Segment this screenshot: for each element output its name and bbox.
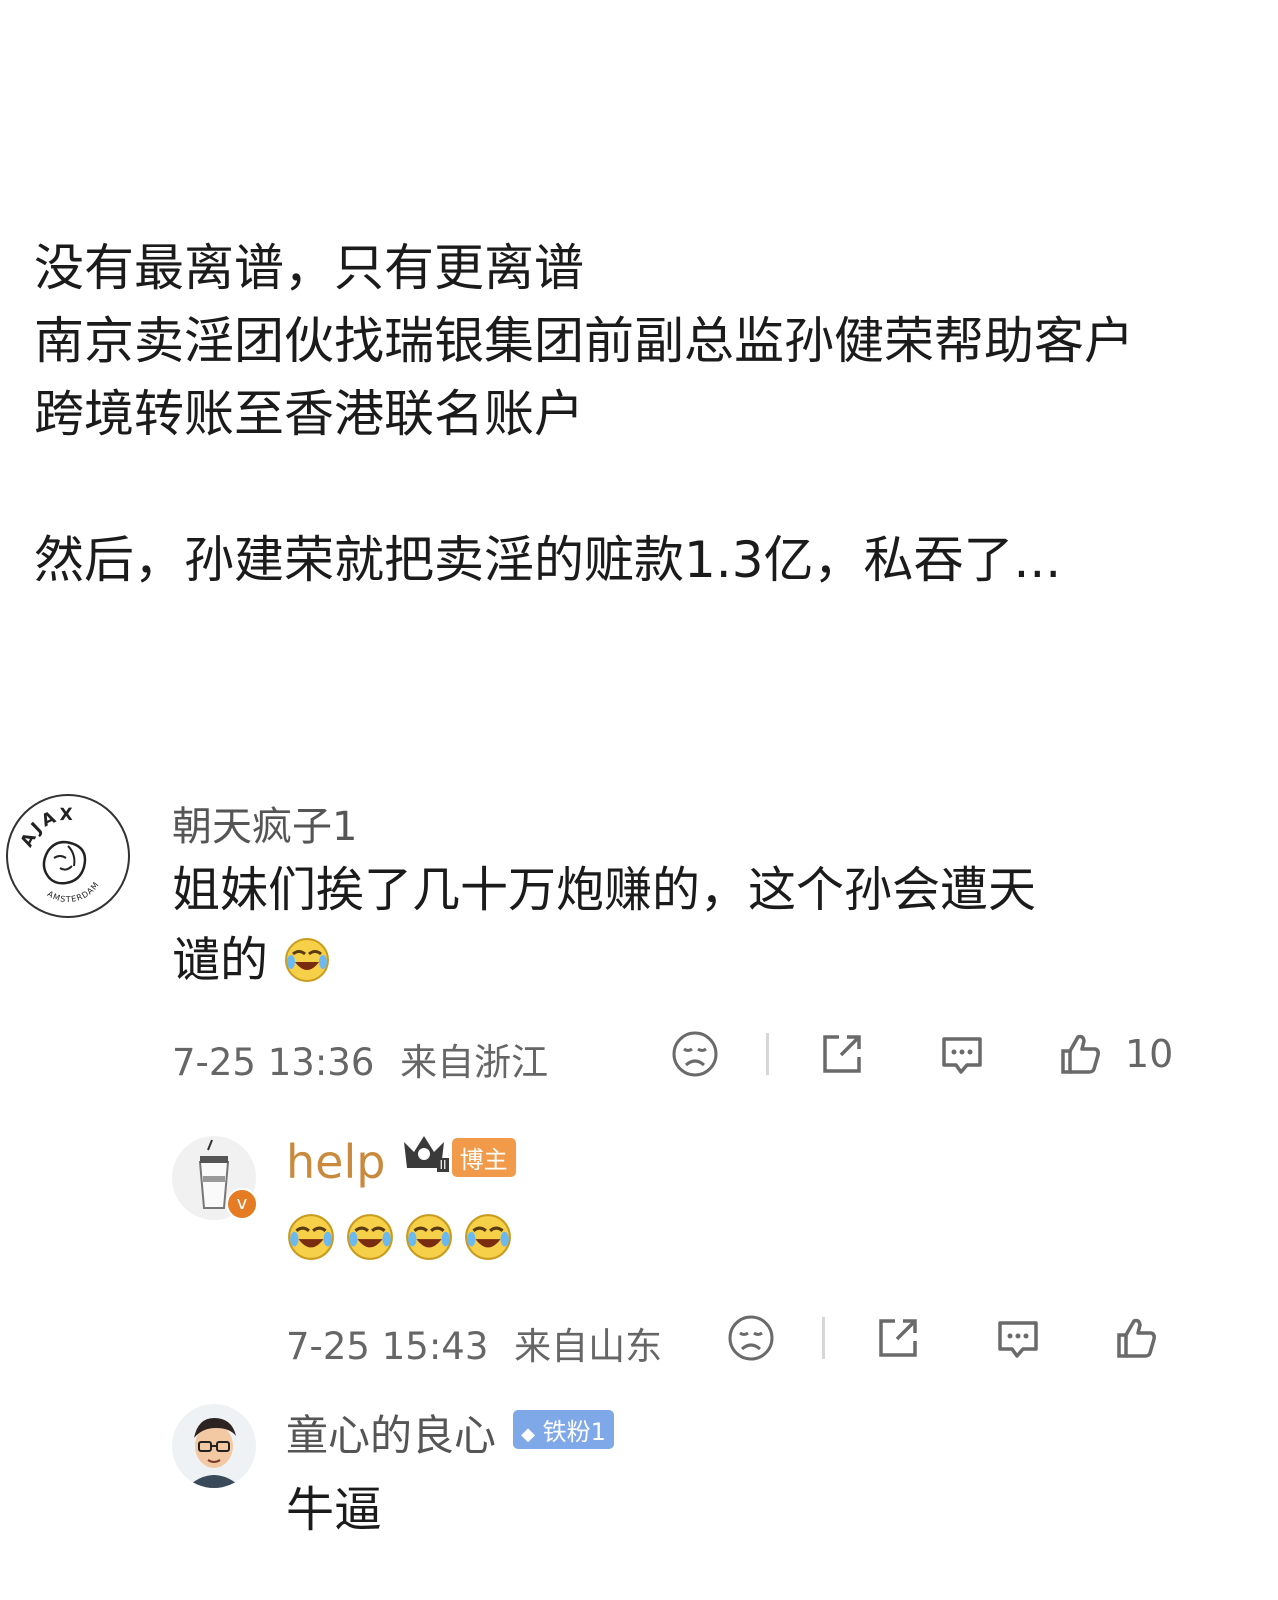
comment-location: 来自浙江 (400, 1041, 549, 1084)
host-badge: 博主 (451, 1138, 516, 1177)
comment-icon[interactable] (935, 1029, 989, 1079)
verified-badge-icon: v (226, 1188, 258, 1220)
svg-text:AMSTERDAM: AMSTERDAM (46, 880, 101, 904)
laugh-cry-emoji-icon (406, 1214, 453, 1260)
reply2-username[interactable]: 童心的良心 (286, 1411, 496, 1460)
share-icon[interactable] (871, 1313, 925, 1363)
laugh-cry-emoji-icon (465, 1214, 512, 1260)
reply-timestamp: 7-25 15:43 (286, 1325, 489, 1368)
comment-timestamp: 7-25 13:36 (172, 1041, 375, 1084)
reply2-username-row: 童心的良心 ◆ 铁粉1 (286, 1402, 614, 1463)
fan-badge: ◆ 铁粉1 (513, 1410, 614, 1449)
comment-1: AJAX AMSTERDAM 朝天疯子1 姐妹们挨了几十万炮赚的，这个孙会遭天 … (0, 780, 1278, 1100)
reply-location: 来自山东 (514, 1325, 663, 1368)
ajax-logo-icon[interactable]: AJAX AMSTERDAM (6, 794, 130, 918)
like-count: 10 (1125, 1032, 1174, 1076)
post-line-4: 然后，孙建荣就把卖淫的赃款1.3亿，私吞了... (34, 531, 1062, 589)
comment-actions: 10 (668, 1026, 1173, 1082)
dislike-icon[interactable] (668, 1029, 722, 1079)
cartoon-man-glasses-avatar-icon[interactable] (172, 1404, 256, 1488)
comment-text-line-1: 姐妹们挨了几十万炮赚的，这个孙会遭天 (172, 862, 1037, 918)
crown-icon: II (401, 1132, 449, 1172)
reply-1: v help II 博主 7-25 15:43 来自山东 (0, 1126, 1278, 1386)
post-line-1: 没有最离谱，只有更离谱 (34, 239, 584, 297)
post-line-2: 南京卖淫团伙找瑞银集团前副总监孙健荣帮助客户 (34, 312, 1134, 370)
post-line-3: 跨境转账至香港联名账户 (34, 385, 584, 443)
reply-username: help II 博主 (286, 1132, 516, 1189)
diamond-icon: ◆ (521, 1424, 535, 1445)
like-icon[interactable] (1109, 1313, 1163, 1363)
reply-meta: 7-25 15:43 来自山东 (286, 1316, 662, 1370)
action-divider (822, 1317, 825, 1359)
reply-emoji-row (286, 1212, 513, 1262)
reply-actions (724, 1310, 1163, 1366)
action-divider (766, 1033, 769, 1075)
reply-username-text[interactable]: help (286, 1135, 385, 1189)
laugh-cry-emoji-icon (347, 1214, 394, 1260)
post-body: 没有最离谱，只有更离谱 南京卖淫团伙找瑞银集团前副总监孙健荣帮助客户 跨境转账至… (34, 232, 1254, 597)
comment-meta: 7-25 13:36 来自浙江 (172, 1032, 548, 1086)
laugh-cry-emoji-icon (288, 1214, 334, 1260)
svg-text:AJAX: AJAX (17, 805, 76, 851)
comment-username[interactable]: 朝天疯子1 (172, 794, 357, 852)
like-icon[interactable] (1053, 1029, 1107, 1079)
laugh-cry-emoji-icon (285, 938, 330, 982)
dislike-icon[interactable] (724, 1313, 778, 1363)
share-icon[interactable] (815, 1029, 869, 1079)
reply-2: 童心的良心 ◆ 铁粉1 牛逼 (0, 1400, 1278, 1600)
reply2-text: 牛逼 (286, 1482, 383, 1538)
comment-icon[interactable] (991, 1313, 1045, 1363)
comment-text-line-2: 谴的 (172, 928, 331, 992)
comment-text-line-2-text: 谴的 (172, 932, 269, 988)
